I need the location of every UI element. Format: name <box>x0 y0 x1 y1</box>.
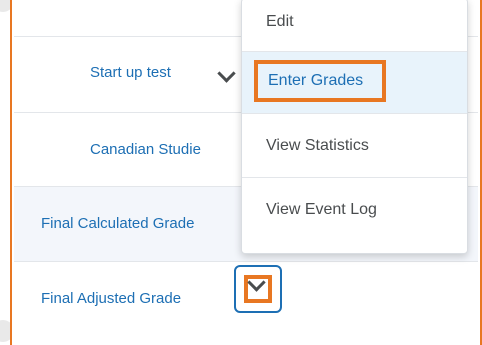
context-menu: Edit Enter Grades View Statistics View E… <box>241 0 468 254</box>
grade-item-link-canadian-studies[interactable]: Canadian Studie <box>90 141 201 158</box>
enter-grades-label: Enter Grades <box>254 60 386 102</box>
menu-item-view-event-log[interactable]: View Event Log <box>242 177 467 253</box>
grades-list: Start up test Canadian Studie Final Calc… <box>10 0 482 345</box>
menu-item-view-statistics[interactable]: View Statistics <box>242 113 467 177</box>
grade-item-link-start-up-test[interactable]: Start up test <box>90 64 171 81</box>
menu-item-edit[interactable]: Edit <box>242 0 467 51</box>
final-calculated-grade-link[interactable]: Final Calculated Grade <box>41 215 194 232</box>
context-menu-button[interactable] <box>234 265 282 313</box>
menu-item-enter-grades[interactable]: Enter Grades <box>242 51 467 113</box>
chevron-down-icon[interactable] <box>217 64 236 83</box>
final-adjusted-grade-link[interactable]: Final Adjusted Grade <box>41 290 181 307</box>
